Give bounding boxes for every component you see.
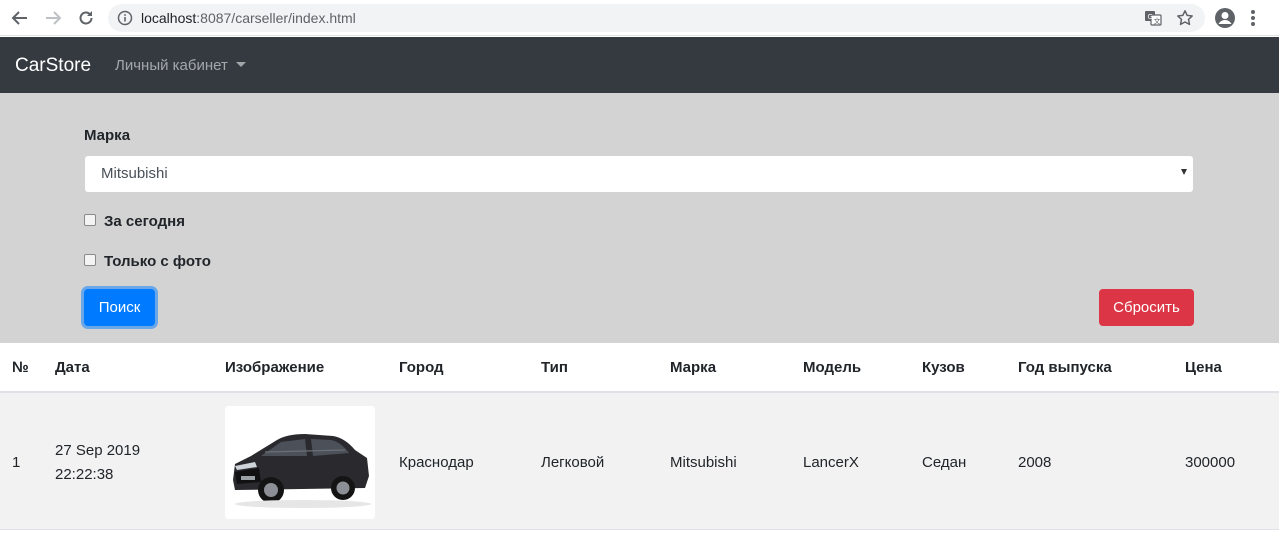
today-filter: За сегодня — [84, 213, 185, 230]
cell-price: 300000 — [1185, 454, 1236, 471]
reload-icon[interactable] — [75, 7, 97, 29]
column-header-city: Город — [399, 359, 444, 376]
photo-only-checkbox-label[interactable]: Только с фото — [104, 253, 211, 270]
cell-body: Седан — [922, 454, 967, 471]
car-photo-image[interactable] — [225, 406, 375, 519]
cell-number: 1 — [12, 454, 21, 471]
column-header-image: Изображение — [225, 359, 325, 376]
select-arrow-icon — [1181, 169, 1187, 175]
brand-select[interactable]: Mitsubishi — [85, 156, 1193, 192]
reset-button[interactable]: Сбросить — [1099, 289, 1194, 326]
back-icon[interactable] — [9, 7, 31, 29]
translate-icon[interactable]: G文 — [1144, 9, 1162, 32]
column-header-number: № — [12, 359, 29, 376]
info-icon[interactable] — [117, 10, 133, 31]
column-header-date: Дата — [55, 359, 90, 376]
cell-city: Краснодар — [399, 454, 474, 471]
cell-year: 2008 — [1018, 454, 1052, 471]
filter-panel: Марка Mitsubishi За сегодня Только с фот… — [0, 93, 1279, 343]
today-checkbox[interactable] — [84, 213, 96, 226]
column-header-body: Кузов — [922, 359, 965, 376]
column-header-model: Модель — [803, 359, 862, 376]
address-bar[interactable]: localhost:8087/carseller/index.html G文 — [108, 4, 1205, 32]
brand-select-value: Mitsubishi — [101, 165, 168, 182]
brand-logo-link[interactable]: CarStore — [15, 55, 91, 77]
brand-label: Марка — [84, 127, 131, 144]
account-icon[interactable] — [1214, 7, 1236, 34]
url-text: localhost:8087/carseller/index.html — [141, 10, 356, 26]
cell-date: 27 Sep 2019 — [55, 442, 141, 459]
table-header: № Дата Изображение Город Тип Марка Модел… — [0, 343, 1279, 393]
column-header-price: Цена — [1185, 359, 1222, 376]
browser-toolbar: localhost:8087/carseller/index.html G文 — [0, 0, 1279, 36]
cell-time: 22:22:38 — [55, 466, 114, 483]
search-button[interactable]: Поиск — [84, 289, 155, 326]
cell-brand: Mitsubishi — [670, 454, 737, 471]
column-header-brand: Марка — [670, 359, 717, 376]
top-navbar: CarStore Личный кабинет — [0, 37, 1279, 93]
photo-only-checkbox[interactable] — [84, 253, 96, 266]
photo-filter: Только с фото — [84, 253, 211, 270]
url-host: localhost — [141, 10, 197, 26]
forward-icon[interactable] — [42, 7, 64, 29]
today-checkbox-label[interactable]: За сегодня — [104, 213, 185, 230]
cell-type: Легковой — [541, 454, 605, 471]
column-header-type: Тип — [541, 359, 568, 376]
svg-text:文: 文 — [1154, 17, 1161, 26]
dropdown-label: Личный кабинет — [115, 57, 228, 74]
cell-model: LancerX — [803, 454, 859, 471]
url-path: :8087/carseller/index.html — [196, 10, 356, 26]
column-header-year: Год выпуска — [1018, 359, 1112, 376]
personal-account-dropdown[interactable]: Личный кабинет — [115, 57, 246, 74]
bookmark-star-icon[interactable] — [1176, 9, 1194, 32]
table-row[interactable]: 1 27 Sep 2019 22:22:38 Краснодар Легково… — [0, 393, 1279, 530]
caret-down-icon — [235, 62, 246, 67]
menu-kebab-icon[interactable] — [1250, 8, 1256, 33]
svg-text:G: G — [1148, 13, 1153, 21]
